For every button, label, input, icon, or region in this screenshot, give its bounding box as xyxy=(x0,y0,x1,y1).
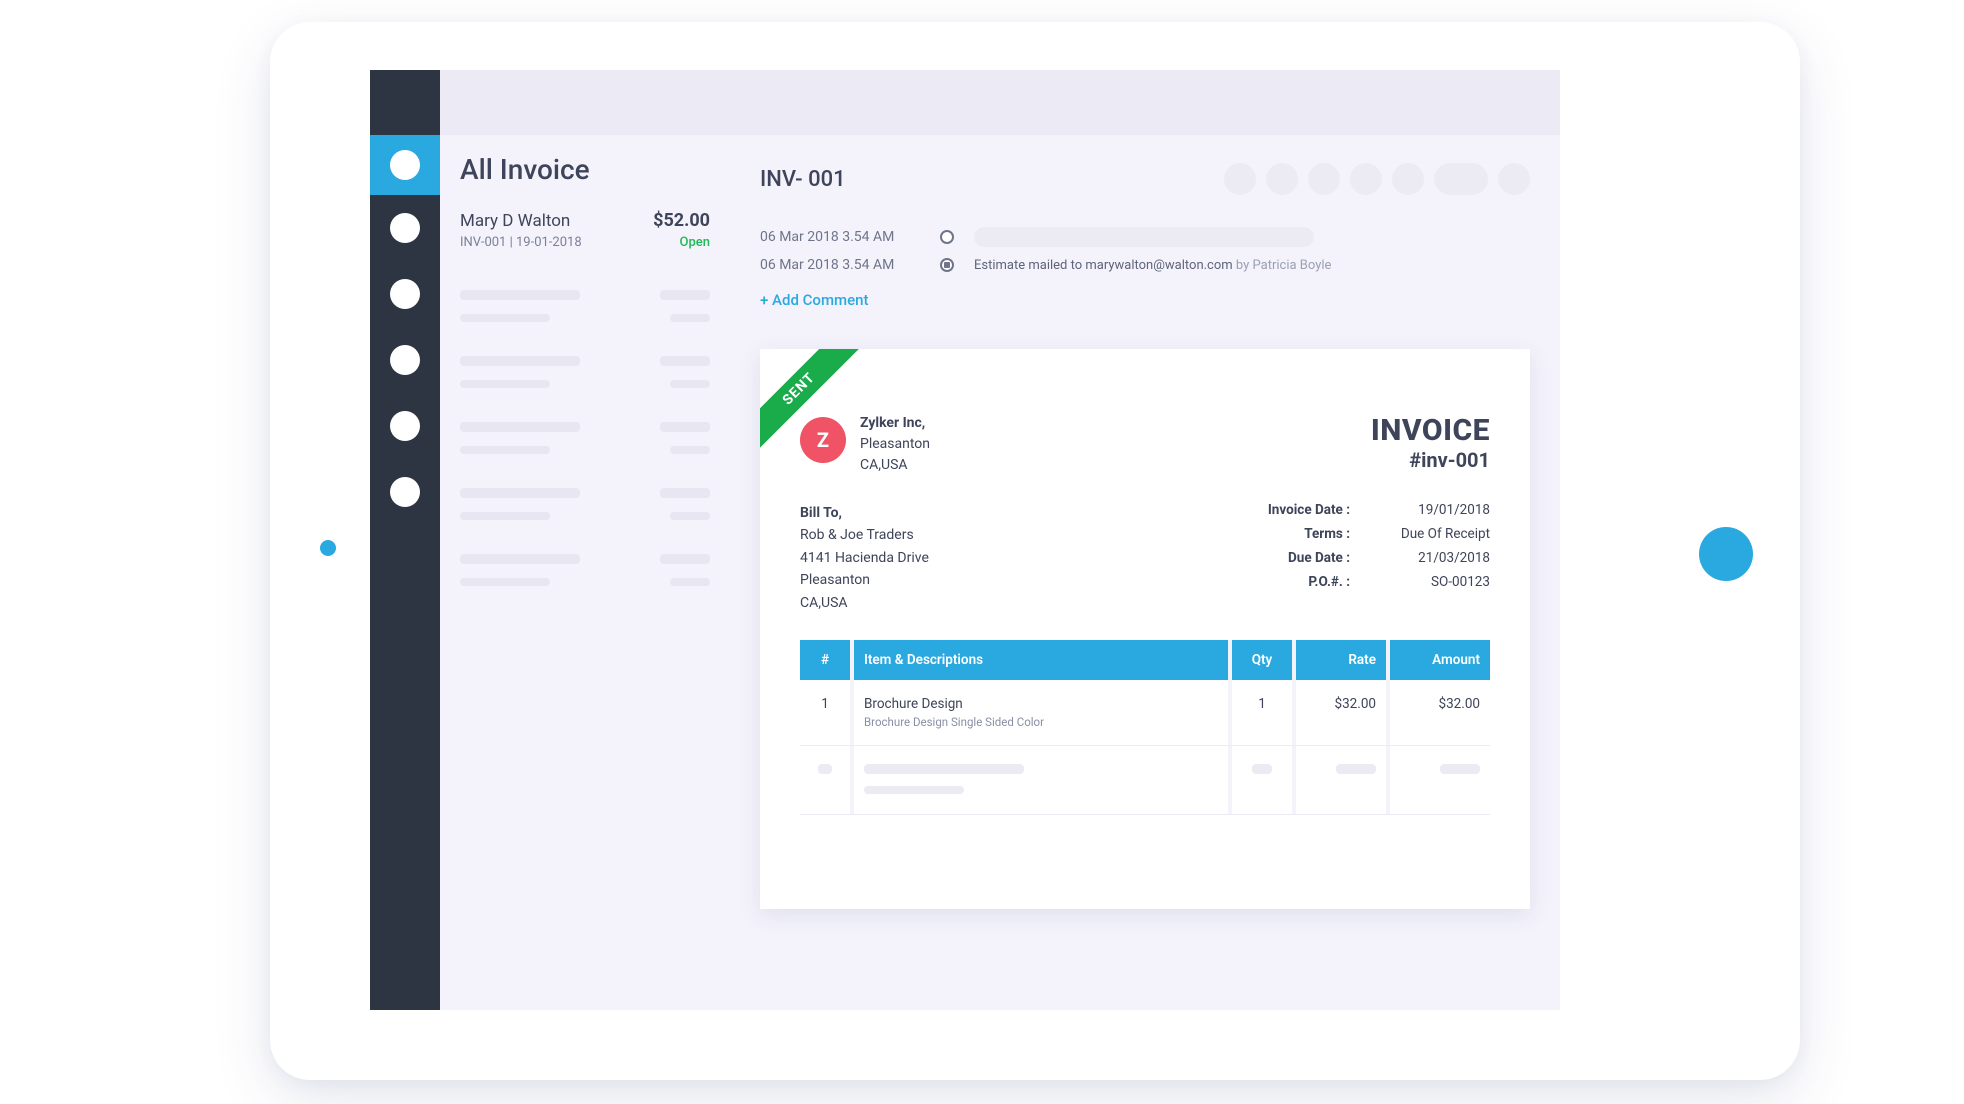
table-row: 1 Brochure DesignBrochure Design Single … xyxy=(800,680,1490,746)
rail-item[interactable] xyxy=(370,261,440,327)
invoice-amount: $52.00 xyxy=(653,210,710,231)
billto-street: 4141 Hacienda Drive xyxy=(800,547,929,569)
col-item: Item & Descriptions xyxy=(854,640,1228,680)
bill-to-block: Bill To, Rob & Joe Traders 4141 Hacienda… xyxy=(800,502,929,614)
timeline-placeholder xyxy=(974,227,1314,247)
timeline-entry: 06 Mar 2018 3.54 AM xyxy=(760,227,1530,247)
add-comment-button[interactable]: + Add Comment xyxy=(760,291,868,309)
rail-icon xyxy=(390,150,420,180)
list-title: All Invoice xyxy=(460,153,710,186)
rail-icon xyxy=(390,345,420,375)
billto-region: CA,USA xyxy=(800,592,929,614)
rail-icon xyxy=(390,477,420,507)
table-row-skeleton xyxy=(800,745,1490,814)
item-name: Brochure Design xyxy=(864,696,963,712)
timeline-dot-icon xyxy=(940,230,954,244)
sidebar-rail xyxy=(370,70,440,1010)
action-button[interactable] xyxy=(1308,163,1340,195)
activity-timeline: 06 Mar 2018 3.54 AM 06 Mar 2018 3.54 AM … xyxy=(760,217,1530,327)
action-button[interactable] xyxy=(1350,163,1382,195)
rail-item-active[interactable] xyxy=(370,135,440,195)
timeline-text: Estimate mailed to marywalton@walton.com… xyxy=(974,258,1331,273)
billto-city: Pleasanton xyxy=(800,569,929,591)
rail-icon xyxy=(390,213,420,243)
rail-item[interactable] xyxy=(370,459,440,525)
top-bar xyxy=(440,70,1560,135)
action-button[interactable] xyxy=(1392,163,1424,195)
action-button[interactable] xyxy=(1498,163,1530,195)
home-button[interactable] xyxy=(1699,527,1753,581)
col-rate: Rate xyxy=(1296,640,1386,680)
rail-logo-area xyxy=(370,70,440,135)
line-items-table: # Item & Descriptions Qty Rate Amount 1 xyxy=(800,640,1490,815)
col-qty: Qty xyxy=(1232,640,1292,680)
timeline-time: 06 Mar 2018 3.54 AM xyxy=(760,229,920,245)
action-button[interactable] xyxy=(1434,163,1488,195)
timeline-entry: 06 Mar 2018 3.54 AM Estimate mailed to m… xyxy=(760,257,1530,273)
invoice-document: SENT Z Zylker Inc, Pleasanton CA,USA INV… xyxy=(760,349,1530,909)
app-screen: All Invoice Mary D Walton $52.00 INV-001… xyxy=(370,70,1560,1010)
rail-icon xyxy=(390,279,420,309)
invoice-list-panel: All Invoice Mary D Walton $52.00 INV-001… xyxy=(440,135,730,1010)
invoice-status: Open xyxy=(680,235,710,250)
col-num: # xyxy=(800,640,850,680)
timeline-dot-icon xyxy=(940,258,954,272)
skeleton-list xyxy=(460,290,710,586)
col-amount: Amount xyxy=(1390,640,1490,680)
rail-item[interactable] xyxy=(370,327,440,393)
invoice-detail-panel: INV- 001 06 Mar 2018 3.54 AM 06 Mar 2018… xyxy=(730,135,1560,1010)
rail-icon xyxy=(390,411,420,441)
item-desc: Brochure Design Single Sided Color xyxy=(864,715,1218,729)
timeline-time: 06 Mar 2018 3.54 AM xyxy=(760,257,920,273)
rail-item[interactable] xyxy=(370,393,440,459)
action-button[interactable] xyxy=(1224,163,1256,195)
action-buttons xyxy=(1224,163,1530,195)
action-button[interactable] xyxy=(1266,163,1298,195)
camera-dot xyxy=(320,540,336,556)
customer-name: Mary D Walton xyxy=(460,211,570,231)
invoice-list-item[interactable]: Mary D Walton $52.00 INV-001 | 19-01-201… xyxy=(460,204,710,262)
invoice-detail-title: INV- 001 xyxy=(760,167,846,192)
invoice-ref-date: INV-001 | 19-01-2018 xyxy=(460,235,582,250)
invoice-meta: Invoice Date :19/01/2018 Terms :Due Of R… xyxy=(1240,502,1490,614)
rail-item[interactable] xyxy=(370,195,440,261)
billto-name: Rob & Joe Traders xyxy=(800,524,929,546)
invoice-heading: INVOICE #inv-001 xyxy=(1371,413,1490,476)
status-ribbon: SENT xyxy=(760,349,874,463)
